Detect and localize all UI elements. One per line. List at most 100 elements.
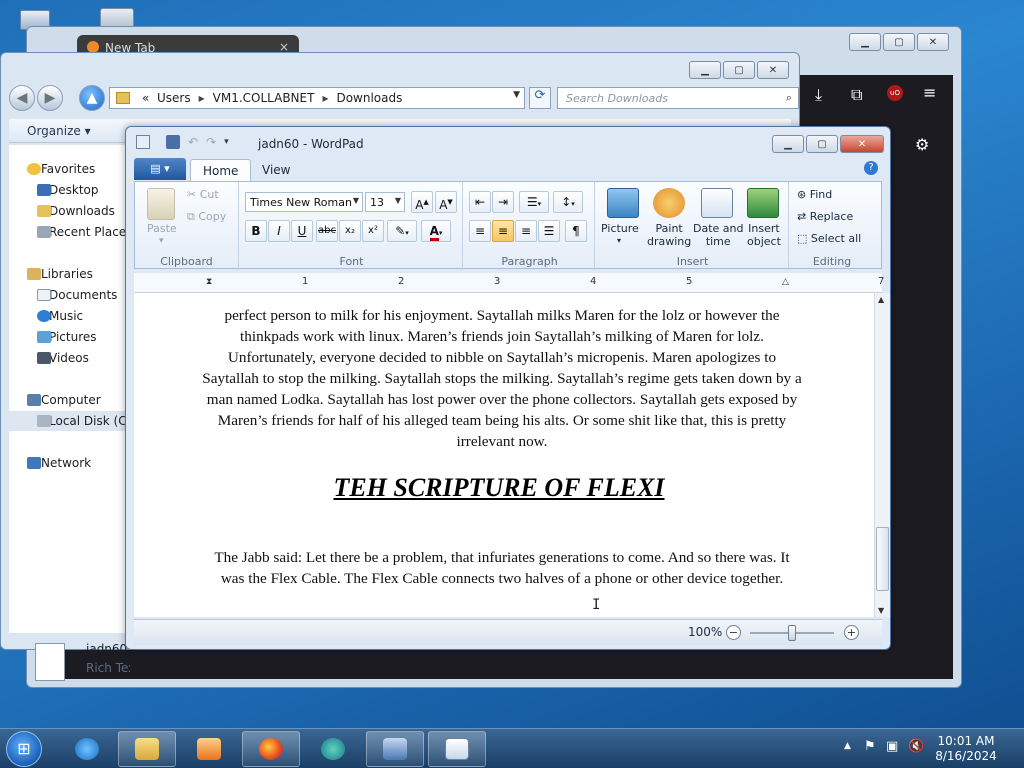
settings-gear-icon[interactable]: ⚙ [915,135,929,154]
nav-pictures[interactable]: Pictures [9,327,128,347]
redo-icon[interactable]: ↷ [206,135,216,149]
zoom-in-button[interactable]: + [844,625,859,640]
font-family-select[interactable]: Times New Roman ▼ [245,192,363,212]
copy-button[interactable]: ⧉ Copy [187,210,226,224]
subscript-button[interactable]: x₂ [339,220,361,242]
justify-button[interactable]: ☰ [538,220,560,242]
ublock-icon[interactable]: uO [887,85,903,101]
taskbar-media-player[interactable] [180,731,238,767]
close-button[interactable]: ✕ [840,135,884,153]
align-center-button[interactable]: ≡ [492,220,514,242]
tab-home[interactable]: Home [190,159,252,181]
font-size-select[interactable]: 13 ▼ [365,192,405,212]
network-tray-icon[interactable]: ▣ [886,739,898,754]
tab-view[interactable]: View [250,159,302,181]
scrollbar-thumb[interactable] [876,527,889,591]
taskbar-network-app[interactable] [366,731,424,767]
start-button[interactable]: ⊞ [6,731,42,767]
shrink-font-button[interactable]: A▼ [435,191,457,213]
font-color-button[interactable]: A▾ [421,220,451,242]
strikethrough-button[interactable]: abc [316,220,338,242]
clock[interactable]: 10:01 AM 8/16/2024 [930,734,1002,764]
bold-button[interactable]: B [245,220,267,242]
minimize-button[interactable]: ▁ [849,33,881,51]
save-icon[interactable] [166,135,180,149]
back-button[interactable]: ◀ [9,85,35,111]
menu-icon[interactable]: ≡ [923,83,936,102]
insert-object-button[interactable]: Insert object [747,222,781,248]
minimize-button[interactable]: ▁ [689,61,721,79]
minimize-button[interactable]: ▁ [772,135,804,153]
zoom-out-button[interactable]: − [726,625,741,640]
vertical-scrollbar[interactable]: ▲ ▼ [874,293,890,617]
close-button[interactable]: ✕ [917,33,949,51]
align-right-button[interactable]: ≡ [515,220,537,242]
document-area[interactable]: perfect person to milk for his enjoyment… [134,293,874,617]
underline-button[interactable]: U [291,220,313,242]
zoom-slider-thumb[interactable] [788,625,796,641]
wordpad-window[interactable]: ↶ ↷ ▾ jadn60 - WordPad ▁ ▢ ✕ ▤ ▾ Home Vi… [125,126,891,650]
breadcrumb-users[interactable]: Users [157,91,191,105]
nav-documents[interactable]: Documents [9,285,128,305]
nav-libraries[interactable]: Libraries [9,264,128,284]
breadcrumb-vm1[interactable]: VM1.COLLABNET [213,91,315,105]
paste-dropdown-icon[interactable]: ▾ [159,236,164,246]
up-button[interactable]: ▲ [79,85,105,111]
maximize-button[interactable]: ▢ [806,135,838,153]
nav-music[interactable]: Music [9,306,128,326]
paint-drawing-button[interactable]: Paint drawing [647,222,691,248]
right-indent-marker[interactable]: △ [782,277,789,287]
left-indent-marker[interactable]: ⧗ [206,277,212,287]
nav-videos[interactable]: Videos [9,348,128,368]
nav-downloads[interactable]: Downloads [9,201,128,221]
taskbar-explorer[interactable] [118,731,176,767]
paste-button[interactable]: Paste [147,222,177,235]
maximize-button[interactable]: ▢ [883,33,915,51]
address-bar[interactable]: « Users ▸ VM1.COLLABNET ▸ Downloads ▼ [109,87,525,109]
app-menu-button[interactable]: ▤ ▾ [134,158,186,180]
nav-favorites[interactable]: Favorites [9,159,128,179]
increase-indent-button[interactable]: ⇥ [492,191,514,213]
align-left-button[interactable]: ≡ [469,220,491,242]
nav-local-disk[interactable]: Local Disk (C:) [9,411,128,431]
organize-button[interactable]: Organize ▾ [27,124,91,138]
line-spacing-button[interactable]: ↕▾ [553,191,583,213]
taskbar-app-teal[interactable] [304,731,362,767]
close-button[interactable]: ✕ [757,61,789,79]
scroll-up-icon[interactable]: ▲ [878,295,884,304]
highlight-button[interactable]: ✎▾ [387,220,417,242]
date-time-button[interactable]: Date and time [693,222,743,248]
taskbar-wordpad[interactable] [428,731,486,767]
taskbar-firefox[interactable] [242,731,300,767]
nav-computer[interactable]: Computer [9,390,128,410]
picture-button[interactable]: Picture [601,222,639,235]
picture-dropdown-icon[interactable]: ▾ [617,236,621,245]
search-icon[interactable]: ⌕ [786,91,792,105]
breadcrumb-downloads[interactable]: Downloads [336,91,402,105]
search-input[interactable]: Search Downloads ⌕ [557,87,799,109]
undo-icon[interactable]: ↶ [188,135,198,149]
volume-muted-icon[interactable]: 🔇 [908,739,924,754]
find-button[interactable]: ⊛ Find [797,188,832,201]
action-center-flag-icon[interactable]: ⚑ [864,739,876,754]
replace-button[interactable]: ⇄ Replace [797,210,853,223]
ruler[interactable]: ⧗ 1 2 3 4 5 △ 7 [134,273,884,293]
grow-font-button[interactable]: A▲ [411,191,433,213]
superscript-button[interactable]: x² [362,220,384,242]
forward-button[interactable]: ▶ [37,85,63,111]
bullets-button[interactable]: ☰▾ [519,191,549,213]
scroll-down-icon[interactable]: ▼ [878,606,884,615]
decrease-indent-button[interactable]: ⇤ [469,191,491,213]
paragraph-settings-button[interactable]: ¶ [565,220,587,242]
italic-button[interactable]: I [268,220,290,242]
address-dropdown-icon[interactable]: ▼ [513,90,520,100]
extensions-icon[interactable]: ⧉ [851,85,862,105]
qat-customize-icon[interactable]: ▾ [224,137,229,147]
select-all-button[interactable]: ⬚ Select all [797,232,861,245]
show-hidden-icons[interactable]: ▲ [844,741,851,751]
refresh-button[interactable]: ⟳ [529,87,551,109]
download-icon[interactable]: ⤓ [815,85,822,105]
cut-button[interactable]: ✂ Cut [187,188,219,201]
maximize-button[interactable]: ▢ [723,61,755,79]
nav-desktop[interactable]: Desktop [9,180,128,200]
